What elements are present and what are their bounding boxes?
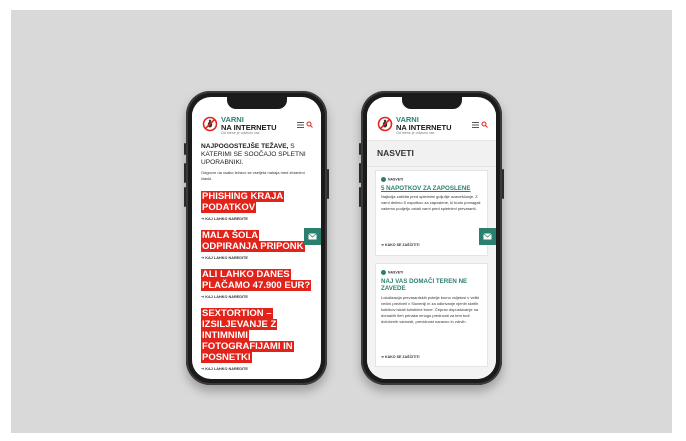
mockup-background: VARNI NA INTERNETU Od mene je odvisno vs… (11, 10, 672, 433)
brand-line-2: NA INTERNETU (396, 122, 452, 132)
category-dot-icon (381, 270, 386, 275)
contact-mail-tab[interactable] (479, 228, 496, 245)
phone-left: VARNI NA INTERNETU Od mene je odvisno vs… (184, 91, 329, 385)
category-dot-icon (381, 177, 386, 182)
item-title[interactable]: MALA ŠOLA ODPIRANJA PRIPONK (201, 230, 315, 252)
section-title: NASVETI (377, 148, 414, 158)
envelope-icon (308, 233, 317, 240)
brand-name[interactable]: VARNI NA INTERNETU (221, 116, 277, 131)
list-item[interactable]: MALA ŠOLA ODPIRANJA PRIPONK ➔ KAJ LAHKO … (201, 230, 315, 260)
brand-name[interactable]: VARNI NA INTERNETU (396, 116, 452, 131)
brand-tagline: Od mene je odvisno vse (221, 131, 260, 135)
list-item[interactable]: ALI LAHKO DANES PLAČAMO 47.900 EUR? ➔ KA… (201, 269, 315, 299)
card-excerpt: Najbolja zaščita pred spletnimi goljufij… (381, 194, 481, 211)
card-excerpt: Lokalizacija prevarantskih poletje bomo … (381, 295, 480, 324)
intro-heading: NAJPOGOSTEJŠE TEŽAVE, S KATERIMI SE SOOČ… (201, 143, 315, 167)
no-bug-logo-icon[interactable] (377, 116, 393, 132)
card-more-link[interactable]: ➔ KAKO SE ZAŠČITITI (381, 355, 420, 359)
search-icon[interactable] (481, 121, 488, 128)
tip-card[interactable]: NASVETI NAJ VAS DOMAČI TEREN NE ZAVEDE L… (375, 263, 488, 367)
list-item[interactable]: SEXTORTION – IZSILJEVANJE Z INTIMNIMI FO… (201, 308, 315, 371)
section-header: NASVETI (367, 140, 496, 167)
arrow-right-icon: ➔ (201, 367, 205, 371)
intro-heading-bold: NAJPOGOSTEJŠE TEŽAVE, (201, 143, 289, 150)
phone-screen: VARNI NA INTERNETU Od mene je odvisno vs… (192, 97, 321, 379)
phone-screen: VARNI NA INTERNETU Od mene je odvisno vs… (367, 97, 496, 379)
site-header: VARNI NA INTERNETU Od mene je odvisno vs… (367, 111, 496, 139)
item-more-link[interactable]: ➔ KAJ LAHKO NAREDITE (201, 294, 315, 299)
item-title[interactable]: SEXTORTION – IZSILJEVANJE Z INTIMNIMI FO… (201, 308, 315, 363)
tips-list: NASVETI 5 NAPOTKOV ZA ZAPOSLENE Najbolja… (367, 167, 496, 379)
card-more-link[interactable]: ➔ KAKO SE ZAŠČITITI (381, 243, 420, 247)
phone-notch (226, 97, 287, 109)
card-title[interactable]: NAJ VAS DOMAČI TEREN NE ZAVEDE (381, 278, 482, 292)
phone-notch (401, 97, 462, 109)
hamburger-menu-icon[interactable] (297, 122, 304, 128)
tip-card[interactable]: NASVETI 5 NAPOTKOV ZA ZAPOSLENE Najbolja… (375, 170, 488, 256)
item-more-link[interactable]: ➔ KAJ LAHKO NAREDITE (201, 216, 315, 221)
arrow-right-icon: ➔ (201, 295, 205, 299)
card-title[interactable]: 5 NAPOTKOV ZA ZAPOSLENE (381, 185, 482, 192)
no-bug-logo-icon[interactable] (202, 116, 218, 132)
item-title[interactable]: PHISHING KRAJA PODATKOV (201, 191, 315, 213)
arrow-right-icon: ➔ (201, 217, 205, 221)
problems-list: NAJPOGOSTEJŠE TEŽAVE, S KATERIMI SE SOOČ… (201, 143, 315, 371)
contact-mail-tab[interactable] (304, 228, 321, 245)
card-category: NASVETI (381, 270, 403, 275)
hamburger-menu-icon[interactable] (472, 122, 479, 128)
card-category: NASVETI (381, 177, 403, 182)
brand-tagline: Od mene je odvisno vse (396, 131, 435, 135)
item-title[interactable]: ALI LAHKO DANES PLAČAMO 47.900 EUR? (201, 269, 315, 291)
site-header: VARNI NA INTERNETU Od mene je odvisno vs… (192, 111, 321, 139)
phone-right: VARNI NA INTERNETU Od mene je odvisno vs… (359, 91, 504, 385)
intro-text: Odgovor na vsako težavo se vseljeta naha… (201, 170, 305, 181)
envelope-icon (483, 233, 492, 240)
list-item[interactable]: PHISHING KRAJA PODATKOV ➔ KAJ LAHKO NARE… (201, 191, 315, 221)
brand-line-2: NA INTERNETU (221, 122, 277, 132)
item-more-link[interactable]: ➔ KAJ LAHKO NAREDITE (201, 366, 315, 371)
item-more-link[interactable]: ➔ KAJ LAHKO NAREDITE (201, 255, 315, 260)
arrow-right-icon: ➔ (201, 256, 205, 260)
search-icon[interactable] (306, 121, 313, 128)
